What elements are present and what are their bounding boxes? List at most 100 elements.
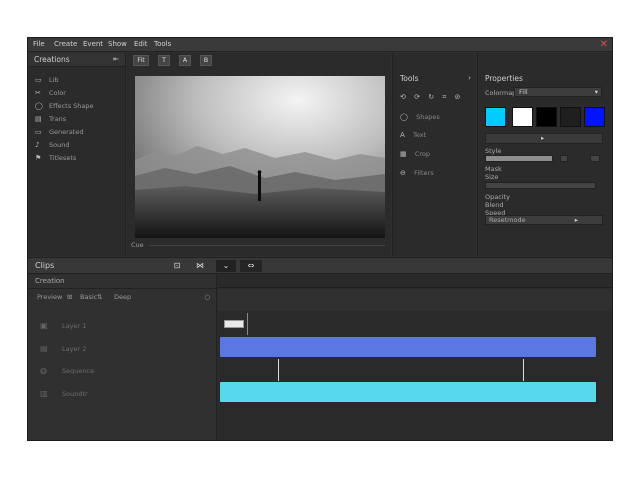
library-item-sound[interactable]: ♪ Sound bbox=[35, 141, 123, 151]
library-item-label: Lib bbox=[49, 76, 59, 84]
swatch-dark[interactable] bbox=[560, 107, 581, 127]
chevron-down-icon: ▾ bbox=[594, 88, 598, 96]
cut-marker[interactable] bbox=[278, 359, 279, 381]
preview-image[interactable] bbox=[135, 76, 385, 238]
sort-icon[interactable]: ⇅ bbox=[97, 293, 102, 301]
library-item-label: Trans bbox=[49, 115, 67, 123]
menu-create[interactable]: Create bbox=[54, 40, 77, 48]
track-label: Layer 1 bbox=[62, 322, 87, 330]
tool-row-label: Filters bbox=[414, 169, 434, 177]
chevron-right-icon: ▸ bbox=[574, 216, 578, 224]
fit-button[interactable]: Fit bbox=[133, 55, 149, 66]
timeline-title: Clips bbox=[35, 261, 55, 270]
viewer-scrub-bar[interactable] bbox=[149, 245, 385, 246]
menu-file[interactable]: File bbox=[33, 40, 45, 48]
import-icon[interactable]: ⊡ bbox=[170, 260, 184, 272]
music-icon: ♪ bbox=[35, 141, 40, 149]
tool-row-crop[interactable]: ▦ Crop bbox=[400, 150, 430, 160]
menu-tools[interactable]: Tools bbox=[154, 40, 171, 48]
library-panel-header: Creations ⇤ bbox=[28, 53, 125, 67]
library-panel: Creations ⇤ ▭ Lib ✂ Color ◯ Effects Shape ▤… bbox=[28, 53, 126, 256]
timeline-tracks bbox=[218, 275, 612, 440]
swatch-black[interactable] bbox=[536, 107, 557, 127]
track-row[interactable]: ▤ Layer 2 bbox=[28, 340, 217, 360]
tool-row-label: Crop bbox=[414, 150, 431, 158]
library-item-trans[interactable]: ▤ Trans bbox=[35, 115, 123, 125]
tool-row-label: Shapes bbox=[416, 113, 440, 121]
crop-icon[interactable]: ⌗ bbox=[442, 93, 446, 101]
menu-edit[interactable]: Edit bbox=[134, 40, 148, 48]
timeline-ruler[interactable] bbox=[218, 275, 612, 288]
swatch-white[interactable] bbox=[512, 107, 533, 127]
image-clip[interactable] bbox=[224, 320, 244, 328]
redo-icon[interactable]: ⟳ bbox=[414, 93, 420, 101]
track-label: Soundtr bbox=[62, 390, 88, 398]
chevron-right-icon[interactable]: › bbox=[468, 74, 471, 82]
library-item-lib[interactable]: ▭ Lib bbox=[35, 76, 123, 86]
style-slider[interactable] bbox=[485, 155, 553, 162]
rotate-icon[interactable]: ↻ bbox=[428, 93, 434, 101]
tools-panel: Tools › ⟲ ⟳ ↻ ⌗ ⊘ ◯ Shapes A Text ▦ Crop… bbox=[392, 53, 476, 256]
track-row[interactable]: ▣ Layer 1 bbox=[28, 317, 217, 337]
track-list: Creation Preview ⊞ Basic ⇅ Deep ○ ▣ Layer… bbox=[28, 275, 217, 440]
mask-label: Mask bbox=[485, 165, 502, 173]
track-row[interactable]: ▥ Soundtr bbox=[28, 385, 217, 405]
size-label: Size bbox=[485, 173, 499, 181]
style-toggle[interactable] bbox=[560, 155, 568, 162]
audio-clip-cyan[interactable] bbox=[220, 382, 596, 402]
tools-panel-title: Tools bbox=[400, 74, 419, 83]
library-item-label: Sound bbox=[49, 141, 70, 149]
text-tool-button[interactable]: T bbox=[158, 55, 170, 66]
link-icon[interactable]: ⊘ bbox=[455, 93, 461, 101]
menu-event[interactable]: Event bbox=[83, 40, 103, 48]
video-icon: ▤ bbox=[40, 344, 48, 353]
filter-icon: ⊖ bbox=[400, 169, 406, 177]
timeline-header: Clips ⊡ ⋈ ⌄ ⇔ bbox=[28, 258, 612, 274]
collapse-icon[interactable]: ⇤ bbox=[113, 55, 119, 63]
image-icon: ▣ bbox=[40, 321, 48, 330]
style-stepper[interactable] bbox=[590, 155, 600, 162]
menu-show[interactable]: Show bbox=[108, 40, 127, 48]
search-icon[interactable]: ○ bbox=[204, 293, 210, 301]
blend-label: Blend bbox=[485, 201, 504, 209]
film-icon: ▤ bbox=[35, 115, 42, 123]
library-item-label: Generated bbox=[49, 128, 84, 136]
link-tracks-icon[interactable]: ⇔ bbox=[240, 260, 262, 272]
close-icon[interactable]: ✕ bbox=[600, 38, 608, 52]
tool-row-filters[interactable]: ⊖ Filters bbox=[400, 169, 434, 179]
library-item-color[interactable]: ✂ Color bbox=[35, 89, 123, 99]
eye-icon[interactable]: ⌄ bbox=[216, 260, 236, 272]
size-slider[interactable] bbox=[485, 182, 596, 189]
scissors-icon: ✂ bbox=[35, 89, 41, 97]
tool-row-shapes[interactable]: ◯ Shapes bbox=[400, 113, 440, 123]
colormap-select[interactable]: Fill ▾ bbox=[514, 87, 602, 97]
arrow-right-icon: ▸ bbox=[541, 134, 545, 142]
cut-marker[interactable] bbox=[523, 359, 524, 381]
library-item-titlesets[interactable]: ⚑ Titlesets bbox=[35, 154, 123, 164]
filter-preview[interactable]: Preview bbox=[37, 293, 62, 301]
frame-icon: ▭ bbox=[35, 128, 42, 136]
library-item-effects[interactable]: ◯ Effects Shape bbox=[35, 102, 123, 112]
colormap-select-value: Fill bbox=[519, 88, 528, 96]
filter-deep[interactable]: Deep bbox=[114, 293, 131, 301]
menu-bar: File Create Event Show Edit Tools ✕ bbox=[28, 38, 612, 52]
apply-color-button[interactable]: ▸ bbox=[485, 133, 603, 144]
split-icon[interactable]: ⋈ bbox=[193, 260, 207, 272]
playhead-marker[interactable] bbox=[247, 313, 248, 335]
filter-dropdown-icon[interactable]: ⊞ bbox=[67, 293, 72, 301]
library-item-generated[interactable]: ▭ Generated bbox=[35, 128, 123, 138]
opacity-label: Opacity bbox=[485, 193, 511, 201]
track-row[interactable]: ◍ Sequence bbox=[28, 362, 217, 382]
colormap-label: Colormap bbox=[485, 89, 517, 97]
swatch-cyan[interactable] bbox=[485, 107, 506, 127]
undo-icon[interactable]: ⟲ bbox=[400, 93, 406, 101]
reset-mode-select[interactable]: Resetmode ▸ bbox=[485, 215, 603, 225]
tool-row-text[interactable]: A Text bbox=[400, 131, 426, 141]
reset-mode-label: Resetmode bbox=[489, 216, 526, 224]
video-clip-blue[interactable] bbox=[220, 337, 596, 357]
align-button[interactable]: A bbox=[179, 55, 191, 66]
swatch-blue[interactable] bbox=[584, 107, 605, 127]
blend-button[interactable]: B bbox=[200, 55, 212, 66]
track-label: Sequence bbox=[62, 367, 95, 375]
filter-basic[interactable]: Basic bbox=[80, 293, 97, 301]
